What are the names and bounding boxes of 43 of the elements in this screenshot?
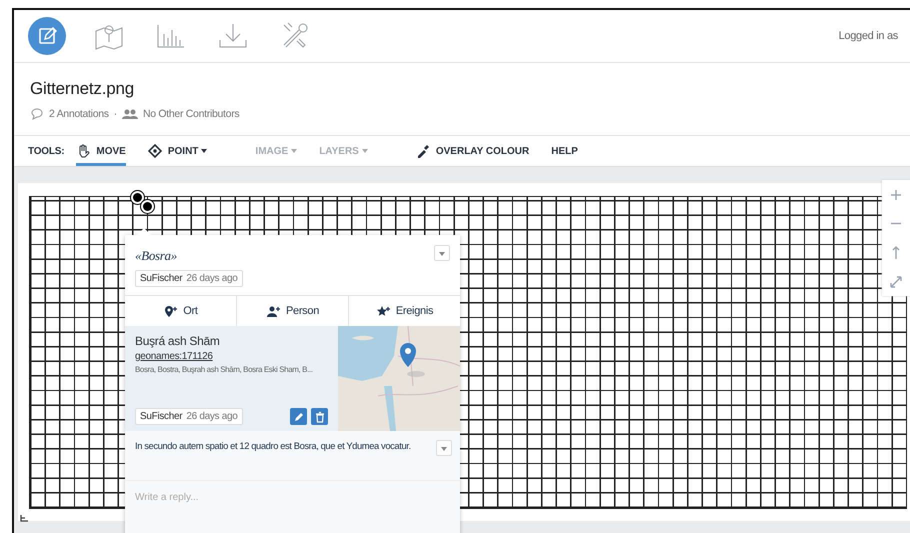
diamond-icon xyxy=(148,144,162,158)
alternate-names: Bosra, Bostra, Buşrah ash Shām, Bosra Eski Sham, B... xyxy=(135,365,314,374)
person-plus-icon xyxy=(266,304,281,318)
point-marker[interactable] xyxy=(131,191,144,204)
pin-plus-icon xyxy=(163,304,178,318)
tag-button[interactable]: Ort xyxy=(125,296,237,326)
map-control-button[interactable] xyxy=(882,180,910,209)
tools-label: TOOLS: xyxy=(28,146,64,156)
edit-button[interactable] xyxy=(290,408,307,425)
place-name: Buşrá ash Shām xyxy=(135,334,221,348)
zoom-out-icon xyxy=(890,222,902,225)
geonames-link[interactable]: geonames:171126 xyxy=(135,351,332,362)
tool-button[interactable]: POINT xyxy=(148,136,208,166)
tool-button[interactable]: HELP xyxy=(551,136,578,166)
annotation-title: «Bosra» xyxy=(135,248,177,264)
nav-button[interactable] xyxy=(28,17,66,55)
author-name: SuFischer xyxy=(140,411,182,422)
delete-button[interactable] xyxy=(311,408,328,425)
comment-icon xyxy=(30,107,44,120)
dropper-icon xyxy=(416,144,430,158)
timestamp: 26 days ago xyxy=(186,273,238,284)
map-control-button[interactable] xyxy=(882,267,910,296)
login-status: Logged in as xyxy=(838,30,898,42)
contributors-icon xyxy=(122,108,138,120)
point-marker[interactable] xyxy=(141,200,154,213)
pencil-icon xyxy=(292,410,304,422)
scale-icon xyxy=(18,513,29,523)
trash-icon xyxy=(314,410,326,422)
timestamp: 26 days ago xyxy=(186,411,238,422)
comment-text: In secundo autem spatio et 12 quadro est Bosra, que et Ydumea vocatur. xyxy=(135,440,411,453)
reply-field[interactable]: Write a reply... xyxy=(135,492,450,503)
document-title: Gitternetz.png xyxy=(30,79,135,99)
contributors-label: No Other Contributors xyxy=(142,108,240,120)
expand-icon xyxy=(890,276,902,288)
tool-button[interactable]: OVERLAY COLOUR xyxy=(416,136,530,166)
separator-dot: · xyxy=(114,108,117,120)
zoom-in-icon xyxy=(890,188,902,200)
arrow-up-icon xyxy=(892,246,900,260)
star-plus-icon xyxy=(376,304,391,318)
dropdown-button[interactable] xyxy=(434,245,450,261)
annotation-count: 2 Annotations xyxy=(49,108,109,120)
dropdown-button[interactable] xyxy=(436,440,452,456)
author-name: SuFischer xyxy=(140,273,182,284)
